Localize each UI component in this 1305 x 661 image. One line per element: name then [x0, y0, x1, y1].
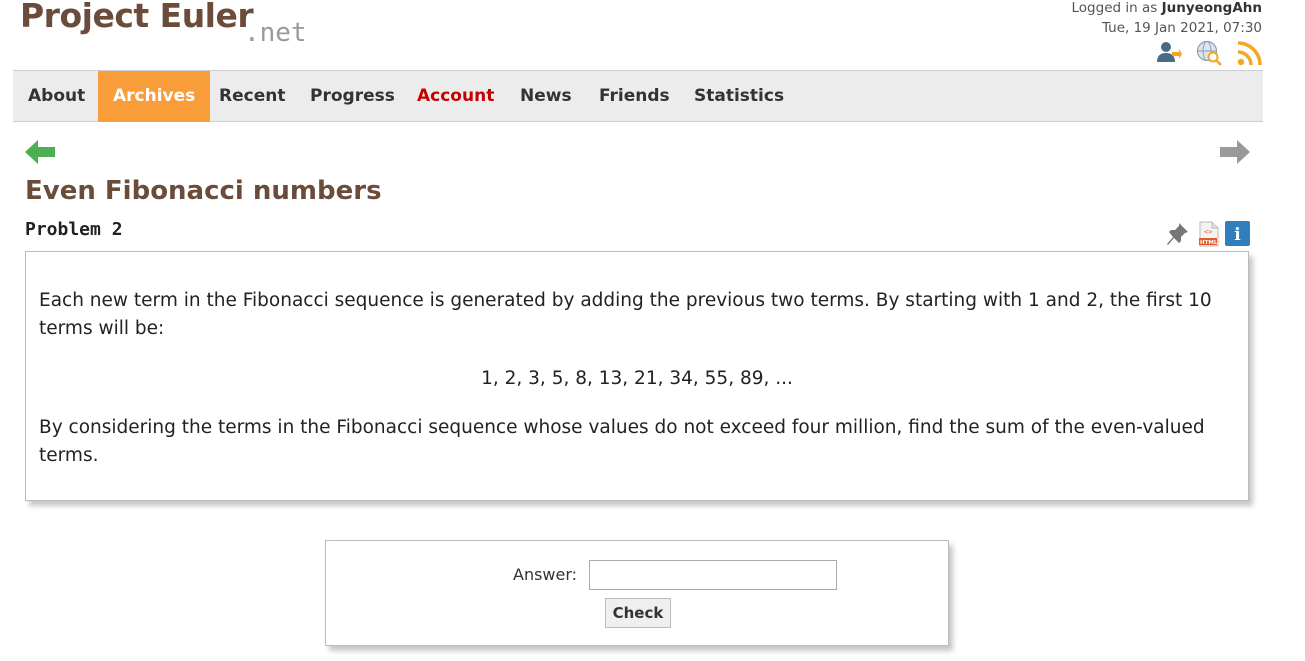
problem-tools: <> HTML i	[1166, 221, 1252, 247]
user-info: Logged in as JunyeongAhn Tue, 19 Jan 202…	[1072, 0, 1262, 38]
problem-paragraph-2: By considering the terms in the Fibonacc…	[39, 417, 1205, 466]
next-problem-arrow-icon[interactable]	[1218, 137, 1252, 167]
globe-search-icon[interactable]	[1196, 40, 1222, 66]
username-link[interactable]: JunyeongAhn	[1162, 0, 1262, 16]
site-logo[interactable]: Project Euler .net	[20, 0, 340, 50]
header-icons	[1156, 40, 1268, 68]
html-badge-text: HTML	[1200, 240, 1218, 246]
fibonacci-sequence: 1, 2, 3, 5, 8, 13, 21, 34, 55, 89, ...	[481, 368, 793, 389]
nav-item-archives[interactable]: Archives	[98, 71, 211, 122]
check-button[interactable]: Check	[605, 598, 671, 628]
pin-icon[interactable]	[1166, 221, 1190, 247]
problem-title: Even Fibonacci numbers	[25, 176, 382, 206]
svg-text:<>: <>	[1204, 228, 1212, 236]
account-icon[interactable]	[1156, 40, 1182, 66]
nav-item-recent[interactable]: Recent	[204, 71, 300, 122]
nav-item-account[interactable]: Account	[402, 71, 509, 122]
nav-item-statistics[interactable]: Statistics	[679, 71, 799, 122]
problem-content: Each new term in the Fibonacci sequence …	[25, 251, 1249, 501]
problem-number: Problem 2	[25, 219, 123, 240]
nav-item-news[interactable]: News	[505, 71, 587, 122]
current-datetime: Tue, 19 Jan 2021, 07:30	[1101, 20, 1262, 36]
rss-feed-icon[interactable]	[1237, 40, 1263, 66]
nav-item-friends[interactable]: Friends	[584, 71, 685, 122]
login-prefix: Logged in as	[1071, 0, 1158, 16]
nav-item-about[interactable]: About	[13, 71, 100, 122]
previous-problem-arrow-icon[interactable]	[23, 137, 57, 167]
logo-text: Project Euler	[20, 0, 254, 35]
answer-form: Answer: Check	[325, 540, 949, 646]
answer-label: Answer:	[513, 565, 578, 584]
html-file-icon[interactable]: <> HTML	[1197, 221, 1221, 247]
logo-tld: .net	[244, 18, 307, 48]
login-status: Logged in as JunyeongAhn	[1072, 0, 1262, 18]
answer-input[interactable]	[589, 560, 837, 590]
nav-item-progress[interactable]: Progress	[295, 71, 410, 122]
main-nav: About Archives Recent Progress Account N…	[13, 70, 1263, 122]
problem-paragraph-1: Each new term in the Fibonacci sequence …	[39, 290, 1212, 339]
info-glyph: i	[1234, 225, 1241, 245]
info-icon[interactable]: i	[1225, 221, 1250, 247]
